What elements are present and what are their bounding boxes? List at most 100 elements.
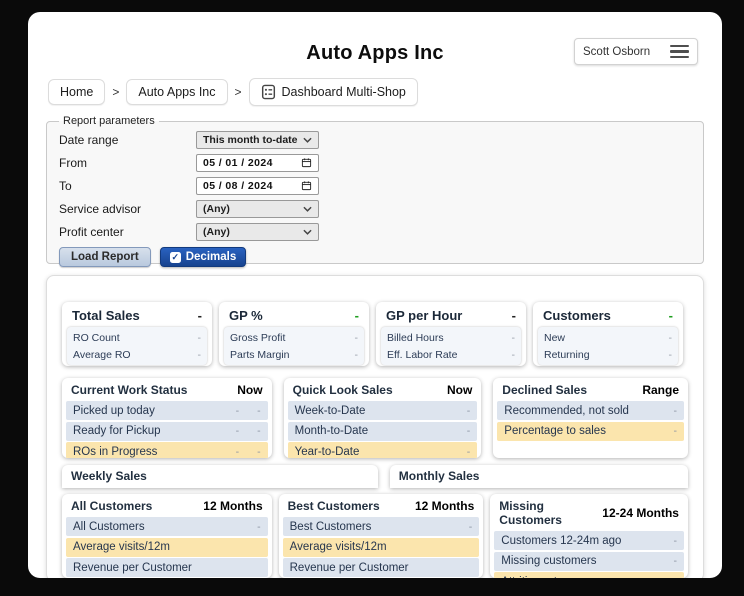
to-date-input[interactable]: 05 / 08 / 2024 [196,176,319,195]
all-customers-card[interactable]: All Customers 12 Months All Customers - … [62,494,272,578]
metric-card-row: Total Sales - RO Count - Average RO - GP… [62,302,688,366]
card-title: Monthly Sales [398,469,480,483]
card-range-label: Now [237,383,263,397]
best-customers-card[interactable]: Best Customers 12 Months Best Customers … [278,494,484,578]
profit-center-select[interactable]: (Any) [196,222,319,241]
dashboard-panel: Total Sales - RO Count - Average RO - GP… [46,275,704,578]
chevron-down-icon [303,137,312,143]
customer-card-row: All Customers 12 Months All Customers - … [62,494,688,578]
card-title: Missing Customers [499,499,562,527]
status-row: Revenue per Customer [66,558,268,577]
checkbox-checked-icon: ✓ [169,251,181,263]
status-card-row: Current Work Status Now Picked up today … [62,378,688,458]
profit-center-row: Profit center (Any) [59,221,691,242]
missing-customers-card[interactable]: Missing Customers 12-24 Months Customers… [490,494,688,578]
calendar-icon[interactable] [301,180,312,191]
card-value: - [354,308,359,323]
customers-card[interactable]: Customers - New - Returning - [533,302,683,366]
card-value: - [668,308,673,323]
user-name: Scott Osborn [583,45,651,58]
card-title: Total Sales [72,308,140,323]
metric-row: Parts Margin - [230,348,358,361]
status-row-highlighted: Average visits/12m [282,537,480,557]
status-row: All Customers - [66,517,268,536]
card-title: Quick Look Sales [292,383,393,397]
metric-row: Gross Profit - [230,331,358,344]
status-row: Ready for Pickup -- [66,421,268,441]
breadcrumb-separator: > [234,84,242,99]
status-row: Revenue per Customer [282,558,480,577]
status-row-highlighted: Average visits/12m [66,537,268,557]
desktop-background: { "colors": { "accent_blue": "#1d4fa3", … [0,0,744,596]
card-range-label: Now [446,383,473,397]
dashboard-report-icon [261,84,276,100]
status-row: Recommended, not sold - [497,401,684,420]
hamburger-menu-icon[interactable] [670,44,689,59]
status-row-highlighted: Attrition rate - [494,572,684,578]
card-range-label: Range [642,383,679,397]
card-title: GP % [229,308,263,323]
chevron-down-icon [303,206,312,212]
service-advisor-label: Service advisor [59,201,142,216]
breadcrumb-company[interactable]: Auto Apps Inc [126,78,228,105]
load-report-button[interactable]: Load Report [59,247,151,267]
breadcrumb: Home > Auto Apps Inc > Dashboard Multi-S… [48,77,722,106]
card-value: - [511,308,516,323]
profit-center-label: Profit center [59,224,124,239]
card-title: Weekly Sales [71,469,147,483]
declined-sales-card[interactable]: Declined Sales Range Recommended, not so… [493,378,688,458]
total-sales-card[interactable]: Total Sales - RO Count - Average RO - [62,302,212,366]
metric-row: New - [544,331,672,344]
quick-look-sales-card[interactable]: Quick Look Sales Now Week-to-Date - Mont… [283,378,482,458]
metric-row: Returning - [544,348,672,361]
status-row: Week-to-Date - [287,401,478,420]
breadcrumb-home[interactable]: Home [48,78,106,105]
status-row: Customers 12-24m ago - [494,531,684,550]
card-title: GP per Hour [386,308,463,323]
card-title: Best Customers [287,499,380,513]
weekly-sales-card[interactable]: Weekly Sales [62,465,378,488]
card-title: Customers [543,308,611,323]
gp-per-hour-card[interactable]: GP per Hour - Billed Hours - Eff. Labor … [376,302,526,366]
status-row: Best Customers - [282,517,480,536]
metric-row: RO Count - [73,331,201,344]
monthly-sales-card[interactable]: Monthly Sales [389,465,688,488]
status-row-highlighted: Year-to-Date - [287,442,478,458]
status-row: Month-to-Date - [287,421,478,441]
from-date-input[interactable]: 05 / 01 / 2024 [196,153,319,172]
status-row-highlighted: Percentage to sales - [497,421,684,441]
breadcrumb-dashboard-multi-shop[interactable]: Dashboard Multi-Shop [248,77,418,106]
date-range-row: Date range This month to-date [59,129,691,150]
date-range-label: Date range [59,132,119,147]
status-row-highlighted: ROs in Progress -- [66,442,268,458]
to-date-row: To 05 / 08 / 2024 [59,175,691,196]
breadcrumb-separator: > [112,84,120,99]
report-parameters-panel: Report parameters Date range This month … [46,115,704,267]
parameter-buttons: Load Report ✓ Decimals [59,247,691,267]
metric-row: Average RO - [73,348,201,361]
from-date-row: From 05 / 01 / 2024 [59,152,691,173]
chart-card-row: Weekly Sales Monthly Sales [62,465,688,488]
card-value: - [197,308,202,323]
report-parameters-legend: Report parameters [63,115,155,127]
status-row: Picked up today -- [66,401,268,420]
user-menu[interactable]: Scott Osborn [574,38,698,65]
date-range-select[interactable]: This month to-date [196,130,319,149]
card-title: Current Work Status [71,383,188,397]
app-window: Auto Apps Inc Scott Osborn Home > Auto A… [28,12,722,578]
service-advisor-row: Service advisor (Any) [59,198,691,219]
service-advisor-select[interactable]: (Any) [196,199,319,218]
decimals-toggle-button[interactable]: ✓ Decimals [159,247,247,267]
status-row: Missing customers - [494,551,684,571]
from-label: From [59,155,87,170]
metric-row: Eff. Labor Rate - [387,348,515,361]
metric-row: Billed Hours - [387,331,515,344]
gp-percent-card[interactable]: GP % - Gross Profit - Parts Margin - [219,302,369,366]
card-range-label: 12 Months [203,499,263,513]
card-range-label: 12-24 Months [602,506,679,520]
calendar-icon[interactable] [301,157,312,168]
current-work-status-card[interactable]: Current Work Status Now Picked up today … [62,378,272,458]
chevron-down-icon [303,229,312,235]
card-title: Declined Sales [502,383,588,397]
to-label: To [59,178,72,193]
